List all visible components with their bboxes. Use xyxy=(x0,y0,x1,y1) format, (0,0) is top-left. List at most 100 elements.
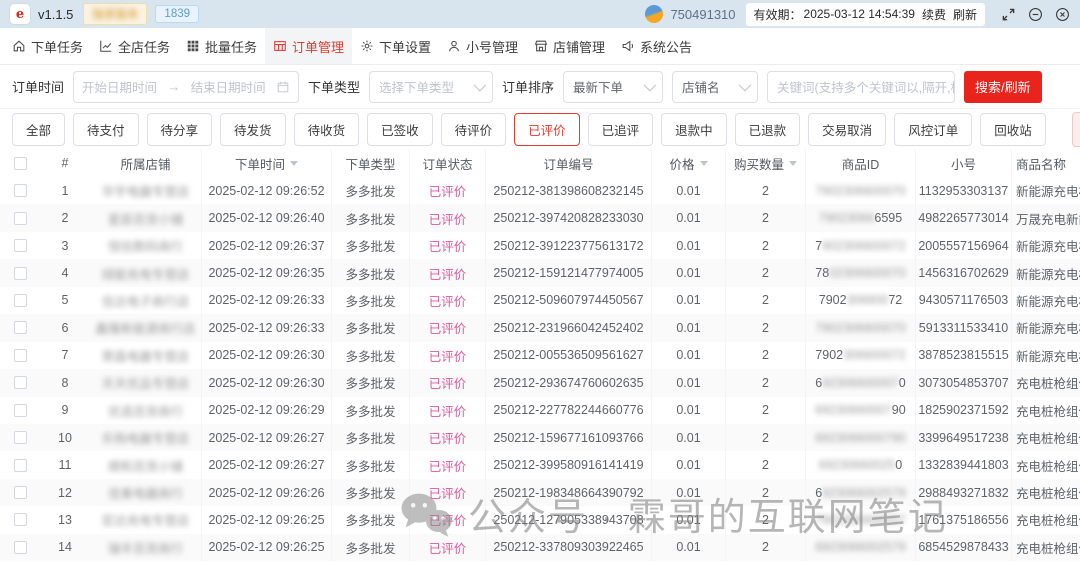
status-tab-回收站[interactable]: 回收站 xyxy=(980,113,1046,146)
status-tab-bar: 全部待支付待分享待发货待收货已签收待评价已评价已追评退款中已退款交易取消风控订单… xyxy=(0,109,1080,149)
cell-order-status: 已评价 xyxy=(410,259,486,286)
nav-tab-announcements[interactable]: 系统公告 xyxy=(613,28,700,64)
table-row: 8天天优品专营店2025-02-12 09:26:30多多批发已评价250212… xyxy=(0,369,1080,396)
grid-icon xyxy=(186,39,200,53)
nav-tab-shop-manage[interactable]: 店铺管理 xyxy=(526,28,613,64)
cell-checkbox xyxy=(0,479,40,506)
minimize-icon[interactable] xyxy=(1028,7,1043,22)
status-tab-待收货[interactable]: 待收货 xyxy=(294,113,360,146)
cell-order-type: 多多批发 xyxy=(332,342,410,369)
row-checkbox[interactable] xyxy=(14,321,27,334)
cell-order-status: 已评价 xyxy=(410,479,486,506)
cell-order-time: 2025-02-12 09:26:33 xyxy=(202,314,332,341)
cell-price: 0.01 xyxy=(652,534,726,561)
sort-down-icon[interactable] xyxy=(700,161,708,166)
validity-date: 2025-03-12 14:54:39 xyxy=(804,7,915,21)
keyword-input[interactable]: 关键词(支持多个关键词以,隔开,标注模糊的不 xyxy=(767,71,955,103)
cell-product-name: 新能源充电桩 xyxy=(1012,259,1080,286)
cell-product-id: 6923066002579 xyxy=(806,479,916,506)
order-type-select[interactable]: 选择下单类型 xyxy=(369,71,493,103)
refresh-link[interactable]: 刷新 xyxy=(953,6,977,23)
shop-name-select[interactable]: 店铺名 xyxy=(672,71,758,103)
nav-tab-batch-task[interactable]: 批量任务 xyxy=(178,28,265,64)
cell-qty: 2 xyxy=(726,534,806,561)
renew-link[interactable]: 续费 xyxy=(922,6,946,23)
search-refresh-button[interactable]: 搜索/刷新 xyxy=(964,71,1042,103)
row-checkbox[interactable] xyxy=(14,239,27,252)
calendar-icon xyxy=(276,80,290,94)
avatar[interactable] xyxy=(645,5,663,23)
row-checkbox[interactable] xyxy=(14,267,27,280)
status-tab-退款中[interactable]: 退款中 xyxy=(661,113,727,146)
product-id-masked: 69230660007 xyxy=(815,403,891,417)
status-tab-待发货[interactable]: 待发货 xyxy=(220,113,286,146)
cell-index: 9 xyxy=(40,397,90,424)
status-tab-交易取消[interactable]: 交易取消 xyxy=(808,113,886,146)
column-header-index: # xyxy=(40,149,90,177)
cell-product-id: 7902306600257 xyxy=(806,506,916,533)
fullscreen-icon[interactable] xyxy=(1001,7,1016,22)
nav-tab-account-manage[interactable]: 小号管理 xyxy=(439,28,526,64)
column-header-price[interactable]: 价格 xyxy=(652,149,726,177)
cell-sub-account: 3878523815515 xyxy=(916,342,1012,369)
status-tab-已退款[interactable]: 已退款 xyxy=(735,113,801,146)
row-checkbox[interactable] xyxy=(14,376,27,389)
cell-order-no: 250212-127905338943708 xyxy=(486,506,652,533)
row-checkbox[interactable] xyxy=(14,513,27,526)
account-id: 750491310 xyxy=(670,7,735,22)
status-tab-已评价[interactable]: 已评价 xyxy=(514,113,580,146)
row-checkbox[interactable] xyxy=(14,349,27,362)
close-icon[interactable] xyxy=(1055,7,1070,22)
product-id-masked: 6923066002579 xyxy=(815,540,905,554)
status-tab-全部[interactable]: 全部 xyxy=(12,113,65,146)
cell-order-type: 多多批发 xyxy=(332,506,410,533)
nav-tab-order-task[interactable]: 下单任务 xyxy=(4,28,91,64)
status-tab-风控订单[interactable]: 风控订单 xyxy=(894,113,972,146)
cell-product-id: 790230660072 xyxy=(806,287,916,314)
cell-index: 10 xyxy=(40,424,90,451)
nav-tab-order-manage[interactable]: 订单管理 xyxy=(265,28,352,64)
nav-tab-store-task[interactable]: 全店任务 xyxy=(91,28,178,64)
cell-order-type: 多多批发 xyxy=(332,534,410,561)
cell-order-status: 已评价 xyxy=(410,204,486,231)
filter-bar: 订单时间 开始日期时间 → 结束日期时间 下单类型 选择下单类型 订单排序 最新… xyxy=(0,65,1080,109)
order-sort-select[interactable]: 最新下单 xyxy=(563,71,663,103)
date-range-input[interactable]: 开始日期时间 → 结束日期时间 xyxy=(73,71,299,103)
cell-order-time: 2025-02-12 09:26:40 xyxy=(202,204,332,231)
product-id-masked: 306600072 xyxy=(843,348,906,362)
cell-index: 3 xyxy=(40,232,90,259)
product-id-masked: 306600 xyxy=(847,293,889,307)
shop-name-masked: 绿能充电专营店 xyxy=(102,264,190,283)
status-tab-待评价[interactable]: 待评价 xyxy=(441,113,507,146)
cell-sub-account: 1132953303137 xyxy=(916,177,1012,204)
cell-qty: 2 xyxy=(726,451,806,478)
sort-down-icon[interactable] xyxy=(789,161,797,166)
cell-sub-account: 2005557156964 xyxy=(916,232,1012,259)
cell-index: 7 xyxy=(40,342,90,369)
cell-product-name: 充电桩枪组件 xyxy=(1012,397,1080,424)
cell-shop: 乐购电器专营店 xyxy=(90,424,202,451)
column-header-qty[interactable]: 购买数量 xyxy=(726,149,806,177)
row-checkbox[interactable] xyxy=(14,486,27,499)
row-checkbox[interactable] xyxy=(14,431,27,444)
select-all-checkbox[interactable] xyxy=(14,157,27,170)
status-tab-待支付[interactable]: 待支付 xyxy=(73,113,139,146)
row-checkbox[interactable] xyxy=(14,212,27,225)
nav-tab-order-settings[interactable]: 下单设置 xyxy=(352,28,439,64)
row-checkbox[interactable] xyxy=(14,541,27,554)
row-checkbox[interactable] xyxy=(14,459,27,472)
product-id-masked: 69230660025 xyxy=(819,458,895,472)
status-tab-已追评[interactable]: 已追评 xyxy=(588,113,654,146)
row-checkbox[interactable] xyxy=(14,294,27,307)
row-checkbox[interactable] xyxy=(14,404,27,417)
cell-shop: 恒信数码商行 xyxy=(90,232,202,259)
column-header-time[interactable]: 下单时间 xyxy=(202,149,332,177)
sync-order-details-button[interactable]: 同步订单详情 xyxy=(1072,112,1080,147)
status-tab-待分享[interactable]: 待分享 xyxy=(147,113,213,146)
sort-down-icon[interactable] xyxy=(290,161,298,166)
shop-name-masked: 宏达充电专营店 xyxy=(102,510,190,529)
cell-order-status: 已评价 xyxy=(410,342,486,369)
row-checkbox[interactable] xyxy=(14,184,27,197)
column-header-sub_account: 小号 xyxy=(916,149,1012,177)
status-tab-已签收[interactable]: 已签收 xyxy=(367,113,433,146)
